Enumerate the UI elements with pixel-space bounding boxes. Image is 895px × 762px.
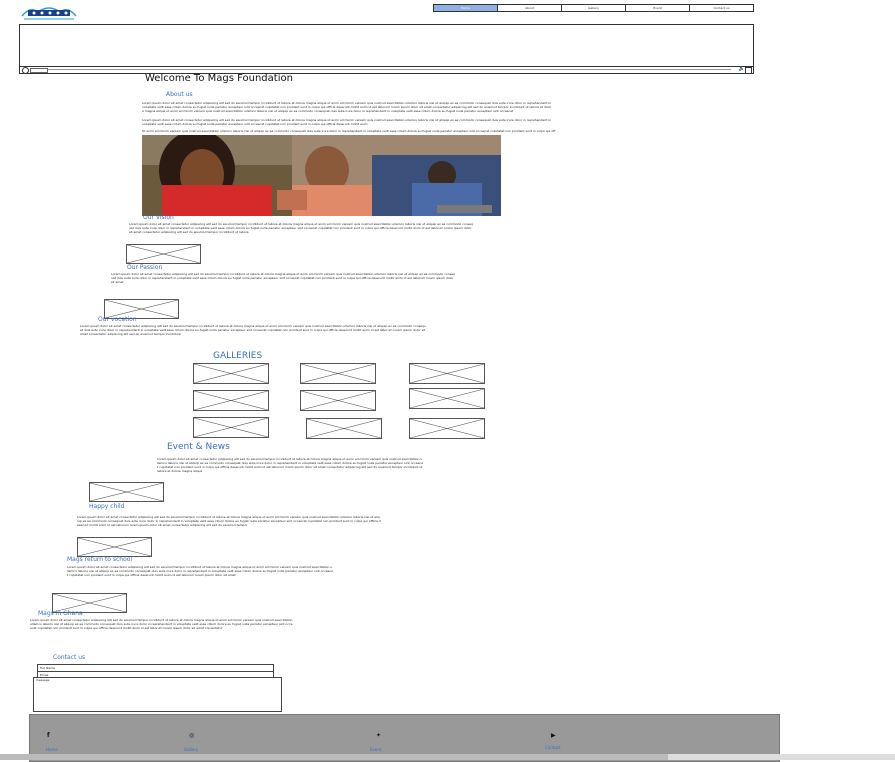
vocation-heading: Our vocation xyxy=(98,316,137,323)
scrollbar-thumb[interactable] xyxy=(0,754,668,760)
galleries-heading: GALLERIES xyxy=(213,351,263,361)
gallery-thumbnail[interactable] xyxy=(306,418,382,439)
event-heading: Happy child xyxy=(89,503,125,510)
vision-image-placeholder xyxy=(126,244,201,264)
nav-gallery[interactable]: Gallery xyxy=(562,5,626,11)
gallery-thumbnail[interactable] xyxy=(300,363,376,384)
footer-link-contact[interactable]: Contact xyxy=(545,745,561,750)
passion-heading: Our Passion xyxy=(127,264,163,271)
fullscreen-icon[interactable] xyxy=(745,67,752,74)
gallery-thumbnail[interactable] xyxy=(193,417,269,438)
nav-event[interactable]: Event xyxy=(626,5,690,11)
video-player[interactable]: 🔈 xyxy=(19,24,754,74)
instagram-icon[interactable]: ◎ xyxy=(189,732,194,739)
video-progress-handle[interactable] xyxy=(30,68,48,73)
about-paragraph-3: Ut enim ad minim veniam quis nostrud exe… xyxy=(142,129,556,133)
footer-link-event[interactable]: Event xyxy=(370,747,381,752)
contact-heading: Contact us xyxy=(53,654,86,661)
event-image-placeholder xyxy=(89,482,164,502)
gallery-thumbnail[interactable] xyxy=(300,390,376,411)
nav-about[interactable]: About xyxy=(498,5,562,11)
event-image-placeholder xyxy=(77,537,152,557)
nav-contact[interactable]: Contact us xyxy=(690,5,753,11)
gallery-thumbnail[interactable] xyxy=(193,363,269,384)
foundation-logo[interactable] xyxy=(20,4,78,22)
gallery-thumbnail[interactable] xyxy=(409,363,485,384)
gallery-thumbnail[interactable] xyxy=(409,418,485,439)
footer-link-gallery[interactable]: Gallery xyxy=(184,747,198,752)
vocation-paragraph: Lorem ipsum dolor sit amet consectetur a… xyxy=(80,324,426,336)
twitter-icon[interactable]: ✦ xyxy=(376,732,381,739)
about-paragraph-2: Lorem ipsum dolor sit amet consectetur a… xyxy=(142,118,552,126)
event-paragraph: Lorem ipsum dolor sit amet consectetur a… xyxy=(67,565,333,577)
gallery-thumbnail[interactable] xyxy=(193,390,269,411)
vision-paragraph: Lorem ipsum dolor sit amet consectetur a… xyxy=(129,222,473,234)
vision-heading: Our Vision xyxy=(143,214,174,221)
passion-paragraph: Lorem ipsum dolor sit amet consectetur a… xyxy=(111,272,455,284)
events-heading: Event & News xyxy=(167,442,230,452)
about-paragraph-1: Lorem ipsum dolor sit amet consectetur a… xyxy=(142,101,552,113)
event-paragraph: Lorem ipsum dolor sit amet consectetur a… xyxy=(77,515,381,527)
event-heading: Mags in Ghana xyxy=(38,610,83,617)
play-icon[interactable] xyxy=(22,67,29,74)
page-title: Welcome To Mags Foundation xyxy=(145,73,293,84)
footer-link-home[interactable]: Home xyxy=(46,747,58,752)
main-nav: Home About Gallery Event Contact us xyxy=(433,4,754,12)
youtube-icon[interactable]: ▶ xyxy=(551,732,556,739)
about-heading: About us xyxy=(166,91,193,98)
gallery-thumbnail[interactable] xyxy=(409,388,485,409)
event-heading: Mags return to school xyxy=(67,556,133,563)
facebook-icon[interactable]: f xyxy=(47,732,50,739)
event-paragraph: Lorem ipsum dolor sit amet consectetur a… xyxy=(30,618,293,630)
video-progress-track[interactable] xyxy=(30,69,731,70)
message-field[interactable]: message xyxy=(33,677,282,712)
hero-photo xyxy=(142,135,501,216)
nav-home[interactable]: Home xyxy=(434,5,498,11)
video-controls: 🔈 xyxy=(20,66,753,74)
events-paragraph: Lorem ipsum dolor sit amet consectetur a… xyxy=(157,457,423,473)
